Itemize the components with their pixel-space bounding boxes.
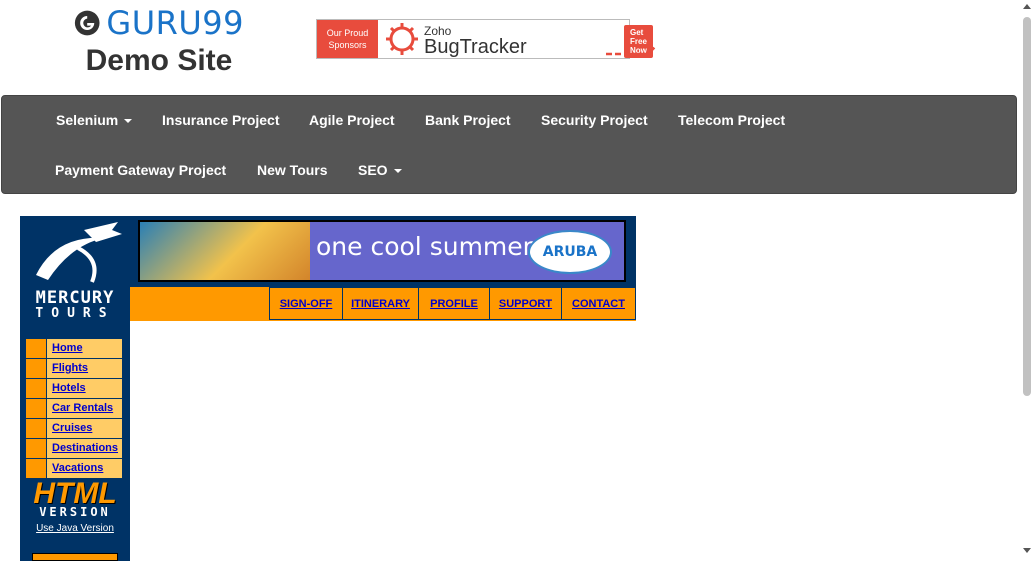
sponsor-label: Our Proud Sponsors	[317, 20, 378, 58]
mercury-side-menu: Home Flights Hotels Car Rentals Cruises …	[24, 337, 124, 480]
menu-item-car-rentals: Car Rentals	[26, 399, 122, 419]
menu-link-car-rentals[interactable]: Car Rentals	[47, 399, 113, 418]
menu-link-home[interactable]: Home	[47, 339, 83, 358]
aruba-banner-ad[interactable]: one cool summer ARUBA	[138, 220, 626, 282]
nav-seo[interactable]: SEO	[358, 162, 402, 178]
profile-link[interactable]: PROFILE	[430, 298, 478, 310]
mercury-sidebar: MERCURY TOURS Home Flights Hotels Car Re…	[20, 216, 130, 561]
html-version-badge: HTML VERSION Use Java Version	[20, 477, 130, 534]
link-cell-support: SUPPORT	[489, 287, 561, 320]
link-cell-contact: CONTACT	[561, 287, 636, 320]
orange-strip	[32, 553, 118, 561]
nav-agile-project[interactable]: Agile Project	[309, 112, 395, 128]
menu-link-destinations[interactable]: Destinations	[47, 439, 118, 458]
guru99-logo-icon	[74, 10, 100, 36]
nav-selenium[interactable]: Selenium	[56, 112, 133, 128]
menu-item-hotels: Hotels	[26, 379, 122, 399]
caret-down-icon	[393, 169, 402, 174]
mercury-top-links: SIGN-OFF ITINERARY PROFILE SUPPORT CONTA…	[130, 287, 636, 321]
aruba-logo: ARUBA	[528, 230, 612, 274]
scroll-up-icon[interactable]	[1023, 4, 1031, 9]
menu-link-cruises[interactable]: Cruises	[47, 419, 92, 438]
link-cell-profile: PROFILE	[418, 287, 489, 320]
nav-insurance-project[interactable]: Insurance Project	[162, 112, 280, 128]
banner-text: one cool summer	[316, 232, 533, 261]
nav-security-project[interactable]: Security Project	[541, 112, 648, 128]
link-cell-sign-off: SIGN-OFF	[269, 287, 342, 320]
sign-off-link[interactable]: SIGN-OFF	[280, 298, 333, 310]
nav-selenium-label: Selenium	[56, 112, 119, 128]
use-java-version-link[interactable]: Use Java Version	[20, 523, 130, 534]
site-header: GURU99 Demo Site Our Proud Sponsors Zoho…	[0, 0, 1020, 95]
contact-link[interactable]: CONTACT	[572, 298, 625, 310]
tours-logo-text: TOURS	[35, 306, 115, 321]
menu-item-home: Home	[26, 339, 122, 359]
menu-link-flights[interactable]: Flights	[47, 359, 88, 378]
menu-item-cruises: Cruises	[26, 419, 122, 439]
nav-telecom-project[interactable]: Telecom Project	[678, 112, 785, 128]
itinerary-link[interactable]: ITINERARY	[351, 298, 410, 310]
vertical-scrollbar[interactable]	[1020, 0, 1034, 561]
support-link[interactable]: SUPPORT	[499, 298, 552, 310]
scrollbar-thumb[interactable]	[1023, 17, 1031, 396]
bug-gear-icon	[386, 23, 418, 55]
link-cell-itinerary: ITINERARY	[342, 287, 418, 320]
main-navbar: Selenium Insurance Project Agile Project…	[1, 95, 1017, 194]
banner-photo	[140, 222, 310, 280]
menu-item-vacations: Vacations	[26, 459, 122, 478]
menu-link-hotels[interactable]: Hotels	[47, 379, 86, 398]
nav-payment-gateway-project[interactable]: Payment Gateway Project	[55, 162, 226, 178]
menu-item-flights: Flights	[26, 359, 122, 379]
page-title: Demo Site	[85, 44, 233, 77]
menu-link-vacations[interactable]: Vacations	[47, 459, 103, 478]
caret-down-icon	[124, 119, 133, 124]
sponsor-banner[interactable]: Our Proud Sponsors Zoho BugTracker Get F…	[316, 19, 657, 59]
nav-new-tours[interactable]: New Tours	[257, 162, 328, 178]
dashed-arrow-icon	[606, 45, 657, 56]
mercury-plane-logo	[36, 222, 122, 283]
nav-seo-label: SEO	[358, 162, 388, 178]
scroll-down-icon[interactable]	[1023, 548, 1031, 553]
guru99-logo[interactable]: GURU99 Demo Site	[74, 4, 244, 78]
bugtracker-label: BugTracker	[424, 36, 527, 58]
mercury-banner-area: one cool summer ARUBA	[130, 216, 636, 287]
nav-bank-project[interactable]: Bank Project	[425, 112, 511, 128]
menu-item-destinations: Destinations	[26, 439, 122, 459]
brand-name: GURU99	[106, 4, 244, 42]
mercury-logo-text: MERCURY	[35, 288, 115, 308]
